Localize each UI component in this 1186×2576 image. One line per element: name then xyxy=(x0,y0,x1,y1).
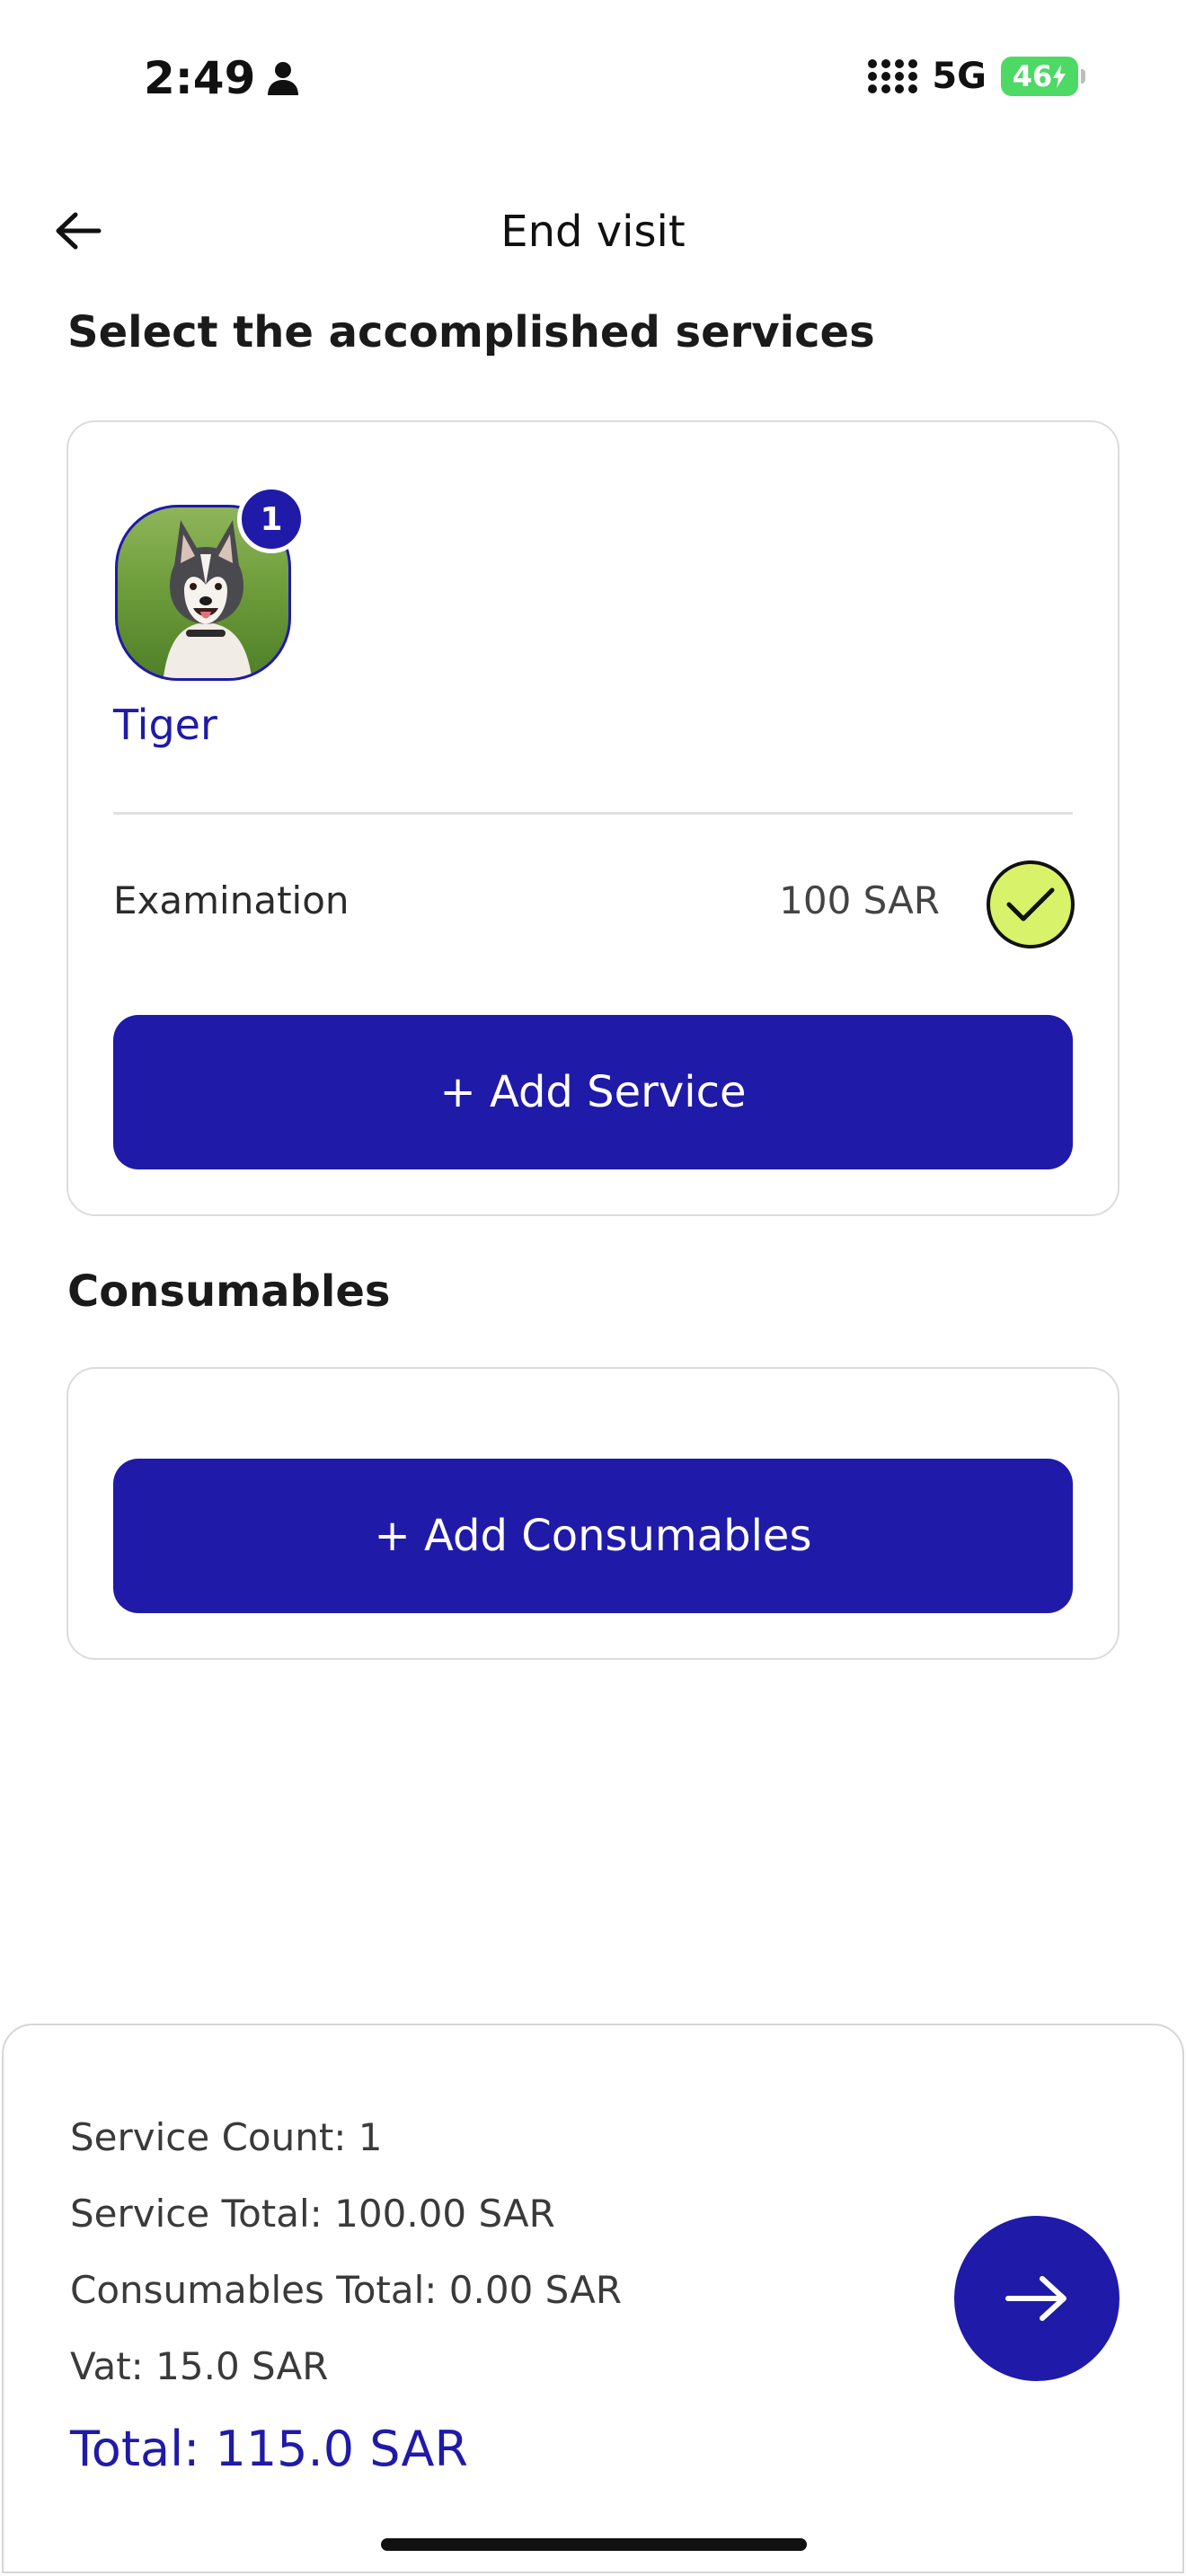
summary-panel: Service Count: 1 Service Total: 100.00 S… xyxy=(2,2024,1184,2573)
services-card: 1 Tiger Examination 100 SAR + Add Servic… xyxy=(66,420,1120,1216)
consumables-total: Consumables Total: 0.00 SAR xyxy=(70,2268,623,2312)
page-title: End visit xyxy=(500,207,686,257)
pet-badge: 1 xyxy=(237,485,305,553)
add-service-button[interactable]: + Add Service xyxy=(113,1015,1073,1169)
end-visit-screen: 2:49 5G 46 End visit Select the accompli… xyxy=(0,0,1186,2576)
divider xyxy=(113,812,1073,815)
home-indicator xyxy=(381,2538,807,2551)
charging-bolt-icon xyxy=(1053,65,1067,88)
service-checkbox[interactable] xyxy=(987,860,1075,948)
status-time-text: 2:49 xyxy=(144,52,256,104)
checkmark-icon xyxy=(1006,887,1055,922)
consumables-heading: Consumables xyxy=(67,1266,391,1317)
services-heading: Select the accomplished services xyxy=(67,307,875,357)
add-consumables-button[interactable]: + Add Consumables xyxy=(113,1459,1073,1613)
signal-icon xyxy=(868,59,918,93)
battery-level: 46 xyxy=(1012,59,1053,93)
network-label: 5G xyxy=(932,56,987,97)
vat-amount: Vat: 15.0 SAR xyxy=(70,2344,329,2388)
service-count: Service Count: 1 xyxy=(70,2115,383,2159)
service-name: Examination xyxy=(113,878,350,922)
status-time: 2:49 xyxy=(144,52,300,104)
battery-icon: 46 xyxy=(1001,57,1085,96)
grand-total: Total: 115.0 SAR xyxy=(70,2421,468,2477)
service-total: Service Total: 100.00 SAR xyxy=(70,2192,555,2236)
service-price: 100 SAR xyxy=(779,878,940,922)
status-indicators: 5G 46 xyxy=(868,56,1085,97)
pet-selector[interactable]: 1 xyxy=(115,485,305,684)
next-button[interactable] xyxy=(954,2216,1120,2381)
pet-name: Tiger xyxy=(113,701,217,749)
person-icon xyxy=(268,62,299,95)
consumables-card: + Add Consumables xyxy=(66,1367,1120,1660)
arrow-right-icon xyxy=(1005,2276,1067,2321)
